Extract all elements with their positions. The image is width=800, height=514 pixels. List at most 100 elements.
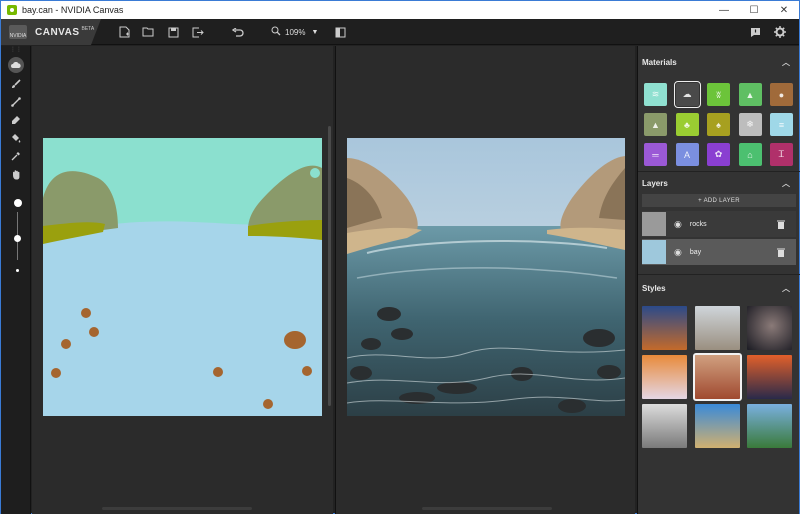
- palm-icon: ♠: [716, 119, 721, 130]
- pier-icon: Ꮖ: [778, 149, 785, 159]
- water-icon: ≋: [651, 89, 660, 99]
- chevron-up-icon[interactable]: ︿: [782, 178, 790, 189]
- brush-icon[interactable]: [8, 77, 24, 91]
- zoom-icon: [271, 26, 281, 39]
- layers-header[interactable]: Layers ︿: [638, 173, 800, 193]
- feedback-icon[interactable]: [746, 23, 764, 41]
- material-pier[interactable]: Ꮖ: [770, 143, 793, 166]
- brand-name: CANVAS: [35, 26, 80, 38]
- app-icon: [7, 5, 17, 15]
- road-icon: ═: [652, 149, 659, 160]
- sky-icon: ≡: [778, 119, 785, 130]
- app-window: bay.can - NVIDIA Canvas — ☐ ✕ NVIDIA CAN…: [0, 0, 800, 514]
- brush-size-small-indicator: [16, 269, 19, 272]
- pan-hand-icon[interactable]: [8, 167, 24, 181]
- layer-row[interactable]: ◉ rocks: [642, 211, 796, 237]
- zoom-value: 109%: [285, 27, 306, 37]
- rock-icon: ●: [778, 89, 785, 100]
- chevron-up-icon[interactable]: ︿: [782, 283, 790, 294]
- add-layer-button[interactable]: + ADD LAYER: [642, 194, 796, 207]
- style-misty-trees[interactable]: [642, 404, 687, 448]
- new-file-icon[interactable]: [115, 23, 133, 41]
- hill-icon: ▲: [745, 89, 755, 100]
- line-icon[interactable]: [8, 95, 24, 109]
- brand: NVIDIA CANVAS BETA: [1, 19, 101, 45]
- layer-row[interactable]: ◉ bay: [642, 239, 796, 265]
- fill-bucket-icon[interactable]: [8, 131, 24, 145]
- delete-trash-icon[interactable]: [776, 247, 786, 257]
- mountain-icon: ▲: [651, 119, 660, 130]
- material-hill[interactable]: ▲: [738, 83, 762, 106]
- style-sunset-fog[interactable]: [642, 355, 687, 399]
- materials-header[interactable]: Materials ︿: [638, 52, 800, 72]
- materials-title: Materials: [642, 57, 677, 67]
- material-sky[interactable]: ≡: [770, 113, 793, 136]
- brush-size-knob[interactable]: [14, 235, 21, 243]
- chevron-down-icon[interactable]: ▼: [311, 29, 318, 36]
- brush-size-large-indicator: [14, 199, 22, 207]
- material-rock[interactable]: ●: [770, 83, 793, 106]
- style-red-rocks[interactable]: [692, 353, 742, 401]
- delete-trash-icon[interactable]: [776, 219, 786, 229]
- zoom-control[interactable]: 109% ▼: [271, 23, 318, 41]
- window-title: bay.can - NVIDIA Canvas: [22, 5, 124, 15]
- style-tropical-bay[interactable]: [694, 404, 740, 448]
- tree-icon: ♣: [684, 119, 690, 130]
- generated-image: [347, 138, 625, 416]
- styles-title: Styles: [642, 283, 666, 293]
- visibility-eye-icon[interactable]: ◉: [674, 219, 682, 230]
- material-tree[interactable]: ♣: [675, 113, 699, 136]
- eyedropper-icon[interactable]: [8, 149, 24, 163]
- divider: [638, 171, 800, 172]
- vertical-scrollbar[interactable]: [328, 126, 331, 406]
- material-road[interactable]: ═: [644, 143, 667, 166]
- material-flower[interactable]: ✿: [707, 143, 730, 166]
- settings-icon[interactable]: [771, 23, 789, 41]
- material-bridge[interactable]: A: [675, 143, 699, 166]
- material-grass[interactable]: ʬ: [707, 83, 730, 106]
- material-mountain[interactable]: ▲: [644, 113, 667, 136]
- segmentation-pane: [32, 46, 333, 514]
- maximize-button[interactable]: ☐: [739, 1, 769, 19]
- grip-icon: ⋮⋮: [10, 46, 22, 53]
- minimize-button[interactable]: —: [709, 1, 739, 19]
- chevron-up-icon[interactable]: ︿: [782, 57, 790, 68]
- save-icon[interactable]: [164, 23, 182, 41]
- divider: [638, 274, 800, 275]
- toolbar: NVIDIA CANVAS BETA 109% ▼: [1, 19, 799, 45]
- style-alpine-lake[interactable]: [747, 404, 792, 448]
- segmentation-canvas[interactable]: [43, 138, 322, 416]
- nvidia-logo: NVIDIA: [9, 25, 27, 39]
- material-palm[interactable]: ♠: [707, 113, 730, 136]
- tool-sidebar: ⋮⋮: [1, 46, 31, 514]
- horizontal-scrollbar[interactable]: [422, 507, 552, 510]
- open-folder-icon[interactable]: [139, 23, 157, 41]
- style-desert-dusk[interactable]: [642, 306, 687, 350]
- close-button[interactable]: ✕: [769, 1, 799, 19]
- layer-thumbnail: [642, 212, 666, 236]
- house-icon: ⌂: [747, 149, 753, 160]
- material-water[interactable]: ≋: [644, 83, 667, 106]
- styles-header[interactable]: Styles ︿: [638, 278, 800, 298]
- visibility-eye-icon[interactable]: ◉: [674, 247, 682, 258]
- beta-badge: BETA: [81, 26, 95, 32]
- export-icon[interactable]: [189, 23, 207, 41]
- eraser-icon[interactable]: [8, 113, 24, 127]
- material-cloud[interactable]: ☁: [673, 81, 701, 108]
- material-snow[interactable]: ❄: [738, 113, 762, 136]
- title-bar: bay.can - NVIDIA Canvas — ☐ ✕: [1, 1, 799, 19]
- grass-icon: ʬ: [716, 89, 721, 100]
- layer-name: bay: [689, 248, 702, 256]
- horizontal-scrollbar[interactable]: [102, 507, 252, 510]
- panel-toggle-icon[interactable]: [331, 23, 349, 41]
- undo-icon[interactable]: [229, 23, 247, 41]
- style-ocean-sunset[interactable]: [747, 355, 792, 399]
- material-house[interactable]: ⌂: [738, 143, 762, 166]
- style-night-arch[interactable]: [747, 306, 792, 350]
- cloud-brush-icon[interactable]: [8, 57, 24, 73]
- layer-name: rocks: [689, 220, 707, 228]
- cloud-icon: ☁: [682, 89, 692, 99]
- style-cloudy-peak[interactable]: [694, 306, 740, 350]
- layer-thumbnail: [642, 240, 666, 264]
- output-pane: [335, 46, 635, 514]
